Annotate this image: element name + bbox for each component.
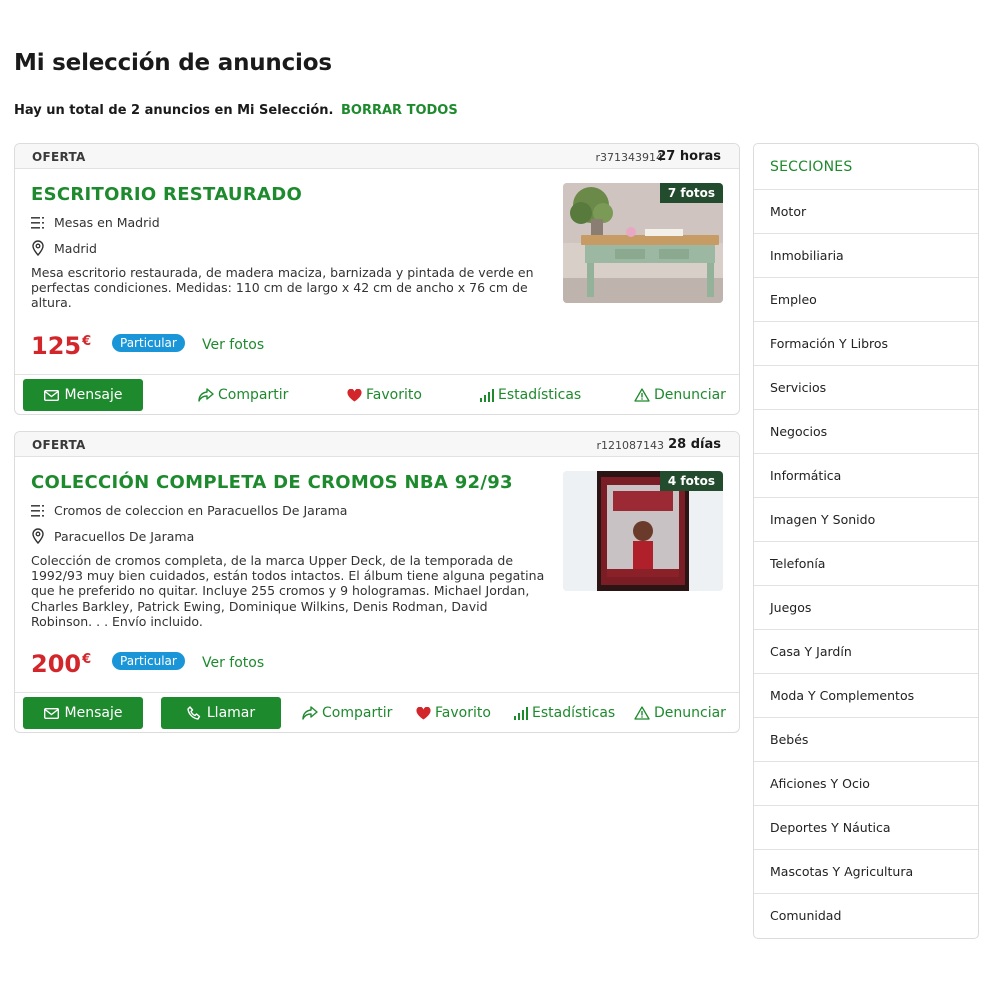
currency-symbol: €	[82, 652, 92, 667]
ad-actions-bar: Mensaje Llamar Compartir Favorito Estadí…	[15, 692, 739, 732]
ad-thumbnail[interactable]: 4 fotos	[563, 471, 723, 591]
share-action[interactable]: Compartir	[198, 387, 288, 403]
sidebar-item-aficiones-ocio[interactable]: Aficiones Y Ocio	[754, 762, 978, 806]
ad-type: OFERTA	[32, 438, 86, 452]
sidebar-item-imagen-sonido[interactable]: Imagen Y Sonido	[754, 498, 978, 542]
sidebar-item-informatica[interactable]: Informática	[754, 454, 978, 498]
share-action[interactable]: Compartir	[302, 705, 392, 721]
heart-icon	[347, 388, 362, 401]
bar-chart-icon	[514, 706, 528, 720]
stats-action[interactable]: Estadísticas	[480, 387, 581, 403]
sidebar-item-motor[interactable]: Motor	[754, 190, 978, 234]
favorite-action[interactable]: Favorito	[416, 705, 491, 721]
message-button[interactable]: Mensaje	[23, 697, 143, 729]
sidebar-title: SECCIONES	[754, 144, 978, 190]
sidebar-item-comunidad[interactable]: Comunidad	[754, 894, 978, 938]
ad-title[interactable]: ESCRITORIO RESTAURADO	[31, 184, 302, 205]
ad-header: OFERTA r121087143 28 días	[15, 432, 739, 457]
ad-location-label: Madrid	[54, 240, 97, 256]
sidebar-item-inmobiliaria[interactable]: Inmobiliaria	[754, 234, 978, 278]
photo-count-badge: 4 fotos	[659, 471, 723, 491]
warning-icon	[634, 706, 650, 720]
stats-action[interactable]: Estadísticas	[514, 705, 615, 721]
selection-summary: Hay un total de 2 anuncios en Mi Selecci…	[14, 103, 458, 118]
share-label: Compartir	[322, 705, 393, 721]
price-value: 200	[31, 650, 82, 678]
summary-text: Hay un total de 2 anuncios en Mi Selecci…	[14, 103, 334, 118]
ad-card: OFERTA r371343914 27 horas ESCRITORIO RE…	[14, 143, 740, 415]
sidebar-item-deportes-nautica[interactable]: Deportes Y Náutica	[754, 806, 978, 850]
ad-category-label[interactable]: Cromos de coleccion en Paracuellos De Ja…	[54, 503, 347, 518]
report-action[interactable]: Denunciar	[634, 387, 726, 403]
sidebar-item-formacion-libros[interactable]: Formación Y Libros	[754, 322, 978, 366]
see-photos-link[interactable]: Ver fotos	[202, 655, 264, 671]
favorite-label: Favorito	[435, 705, 491, 721]
message-label: Mensaje	[64, 705, 123, 721]
envelope-icon	[43, 707, 59, 719]
ad-reference: r121087143	[596, 439, 664, 452]
list-icon	[31, 504, 44, 517]
ad-description: Colección de cromos completa, de la marc…	[31, 553, 545, 629]
share-icon	[198, 388, 214, 402]
ad-price: 125€	[31, 332, 91, 360]
favorite-label: Favorito	[366, 387, 422, 403]
ad-actions-bar: Mensaje Compartir Favorito Estadísticas …	[15, 374, 739, 414]
ad-category: Cromos de coleccion en Paracuellos De Ja…	[31, 503, 347, 518]
call-button[interactable]: Llamar	[161, 697, 281, 729]
sidebar-item-empleo[interactable]: Empleo	[754, 278, 978, 322]
ad-type: OFERTA	[32, 150, 86, 164]
ad-price: 200€	[31, 650, 91, 678]
ad-description: Mesa escritorio restaurada, de madera ma…	[31, 265, 534, 311]
ad-category-label[interactable]: Mesas en Madrid	[54, 215, 160, 230]
ad-thumbnail[interactable]: 7 fotos	[563, 183, 723, 303]
page-title: Mi selección de anuncios	[14, 50, 332, 76]
sidebar-item-juegos[interactable]: Juegos	[754, 586, 978, 630]
seller-type-badge: Particular	[112, 652, 185, 670]
location-pin-icon	[32, 528, 44, 544]
list-icon	[31, 216, 44, 229]
sidebar-item-servicios[interactable]: Servicios	[754, 366, 978, 410]
ad-location-label: Paracuellos De Jarama	[54, 528, 195, 544]
ad-location: Madrid	[31, 240, 97, 256]
share-icon	[302, 706, 318, 720]
price-value: 125	[31, 332, 82, 360]
currency-symbol: €	[82, 334, 92, 349]
seller-type-badge: Particular	[112, 334, 185, 352]
stats-label: Estadísticas	[532, 705, 616, 721]
ad-card: OFERTA r121087143 28 días COLECCIÓN COMP…	[14, 431, 740, 733]
ad-category: Mesas en Madrid	[31, 215, 160, 230]
call-label: Llamar	[206, 705, 256, 721]
sidebar-item-moda-complementos[interactable]: Moda Y Complementos	[754, 674, 978, 718]
clear-all-link[interactable]: BORRAR TODOS	[341, 103, 458, 118]
warning-icon	[634, 388, 650, 402]
sidebar-item-telefonia[interactable]: Telefonía	[754, 542, 978, 586]
report-label: Denunciar	[654, 705, 726, 721]
share-label: Compartir	[218, 387, 289, 403]
ad-age: 28 días	[668, 437, 721, 452]
see-photos-link[interactable]: Ver fotos	[202, 337, 264, 353]
stats-label: Estadísticas	[498, 387, 582, 403]
bar-chart-icon	[480, 388, 494, 402]
ad-reference: r371343914	[595, 151, 663, 164]
ad-location: Paracuellos De Jarama	[31, 528, 194, 544]
message-button[interactable]: Mensaje	[23, 379, 143, 411]
sidebar-item-mascotas-agricultura[interactable]: Mascotas Y Agricultura	[754, 850, 978, 894]
report-label: Denunciar	[654, 387, 726, 403]
location-pin-icon	[32, 240, 44, 256]
sidebar-item-bebes[interactable]: Bebés	[754, 718, 978, 762]
ad-header: OFERTA r371343914 27 horas	[15, 144, 739, 169]
ad-age: 27 horas	[657, 149, 721, 164]
envelope-icon	[43, 389, 59, 401]
ad-title[interactable]: COLECCIÓN COMPLETA DE CROMOS NBA 92/93	[31, 472, 513, 493]
message-label: Mensaje	[64, 387, 123, 403]
sidebar-item-negocios[interactable]: Negocios	[754, 410, 978, 454]
sidebar-item-casa-jardin[interactable]: Casa Y Jardín	[754, 630, 978, 674]
phone-icon	[187, 706, 201, 720]
report-action[interactable]: Denunciar	[634, 705, 726, 721]
photo-count-badge: 7 fotos	[659, 183, 723, 203]
heart-icon	[416, 706, 431, 719]
favorite-action[interactable]: Favorito	[347, 387, 422, 403]
sections-sidebar: SECCIONES Motor Inmobiliaria Empleo Form…	[753, 143, 979, 939]
